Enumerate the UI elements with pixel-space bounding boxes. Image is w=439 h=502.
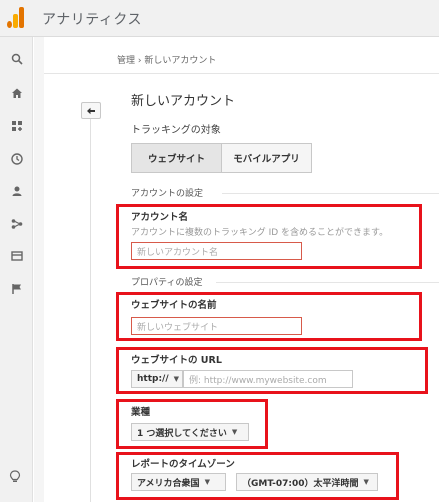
industry-value: 1 つ選択してください (137, 428, 227, 439)
page-title: 新しいアカウント (131, 94, 236, 109)
country-value: アメリカ合衆国 (137, 478, 200, 489)
website-url-label: ウェブサイトの URL (131, 355, 222, 366)
panel-gutter (34, 37, 44, 502)
country-dropdown[interactable]: アメリカ合衆国 ▼ (131, 473, 226, 491)
industry-dropdown[interactable]: 1 つ選択してください ▼ (131, 423, 249, 441)
property-section-header: プロパティの設定 (131, 278, 203, 288)
tab-mobile-app[interactable]: モバイルアプリ (222, 143, 312, 173)
back-arrow-icon (87, 107, 95, 114)
website-url-input[interactable]: 例: http://www.mywebsite.com (183, 370, 353, 388)
sidebar (0, 37, 33, 502)
section-divider (222, 193, 439, 194)
chevron-down-icon: ▼ (363, 478, 369, 486)
account-section-header: アカウントの設定 (131, 189, 204, 199)
breadcrumb[interactable]: 管理 › 新しいアカウント (117, 53, 216, 66)
section-divider (216, 282, 439, 283)
industry-label: 業種 (131, 407, 151, 418)
protocol-value: http:// (137, 374, 169, 384)
person-icon[interactable] (9, 183, 24, 198)
back-button[interactable] (81, 102, 101, 119)
tab-website[interactable]: ウェブサイト (131, 143, 222, 173)
app-title: アナリティクス (42, 12, 142, 28)
account-name-input[interactable]: 新しいアカウント名 (131, 242, 302, 260)
nav-rail (90, 118, 91, 502)
chevron-down-icon: ▼ (173, 375, 180, 383)
account-name-label: アカウント名 (131, 212, 189, 223)
timezone-dropdown[interactable]: （GMT-07:00）太平洋時間 ▼ (236, 473, 378, 491)
tracking-type-toggle: ウェブサイト モバイルアプリ (131, 143, 312, 173)
tracking-label: トラッキングの対象 (131, 125, 221, 136)
home-icon[interactable] (9, 85, 24, 100)
chevron-down-icon: ▼ (204, 478, 210, 486)
top-header: アナリティクス (0, 0, 439, 37)
account-name-hint: アカウントに複数のトラッキング ID を含めることができます。 (131, 228, 389, 238)
website-name-label: ウェブサイトの名前 (131, 300, 217, 311)
timezone-value: （GMT-07:00）太平洋時間 (242, 478, 359, 489)
breadcrumb-bar: 管理 › 新しいアカウント (44, 44, 439, 74)
acquisition-icon[interactable] (9, 216, 24, 231)
dashboard-icon[interactable] (9, 118, 24, 133)
clock-icon[interactable] (9, 151, 24, 166)
lightbulb-icon[interactable] (9, 470, 21, 487)
search-icon[interactable] (9, 51, 24, 66)
analytics-logo[interactable] (7, 7, 25, 28)
timezone-label: レポートのタイムゾーン (131, 459, 235, 470)
flag-icon[interactable] (9, 281, 24, 296)
website-name-input[interactable]: 新しいウェブサイト (131, 317, 302, 335)
display-icon[interactable] (9, 248, 24, 263)
chevron-down-icon: ▼ (231, 428, 238, 436)
protocol-dropdown[interactable]: http:// ▼ (131, 370, 183, 388)
